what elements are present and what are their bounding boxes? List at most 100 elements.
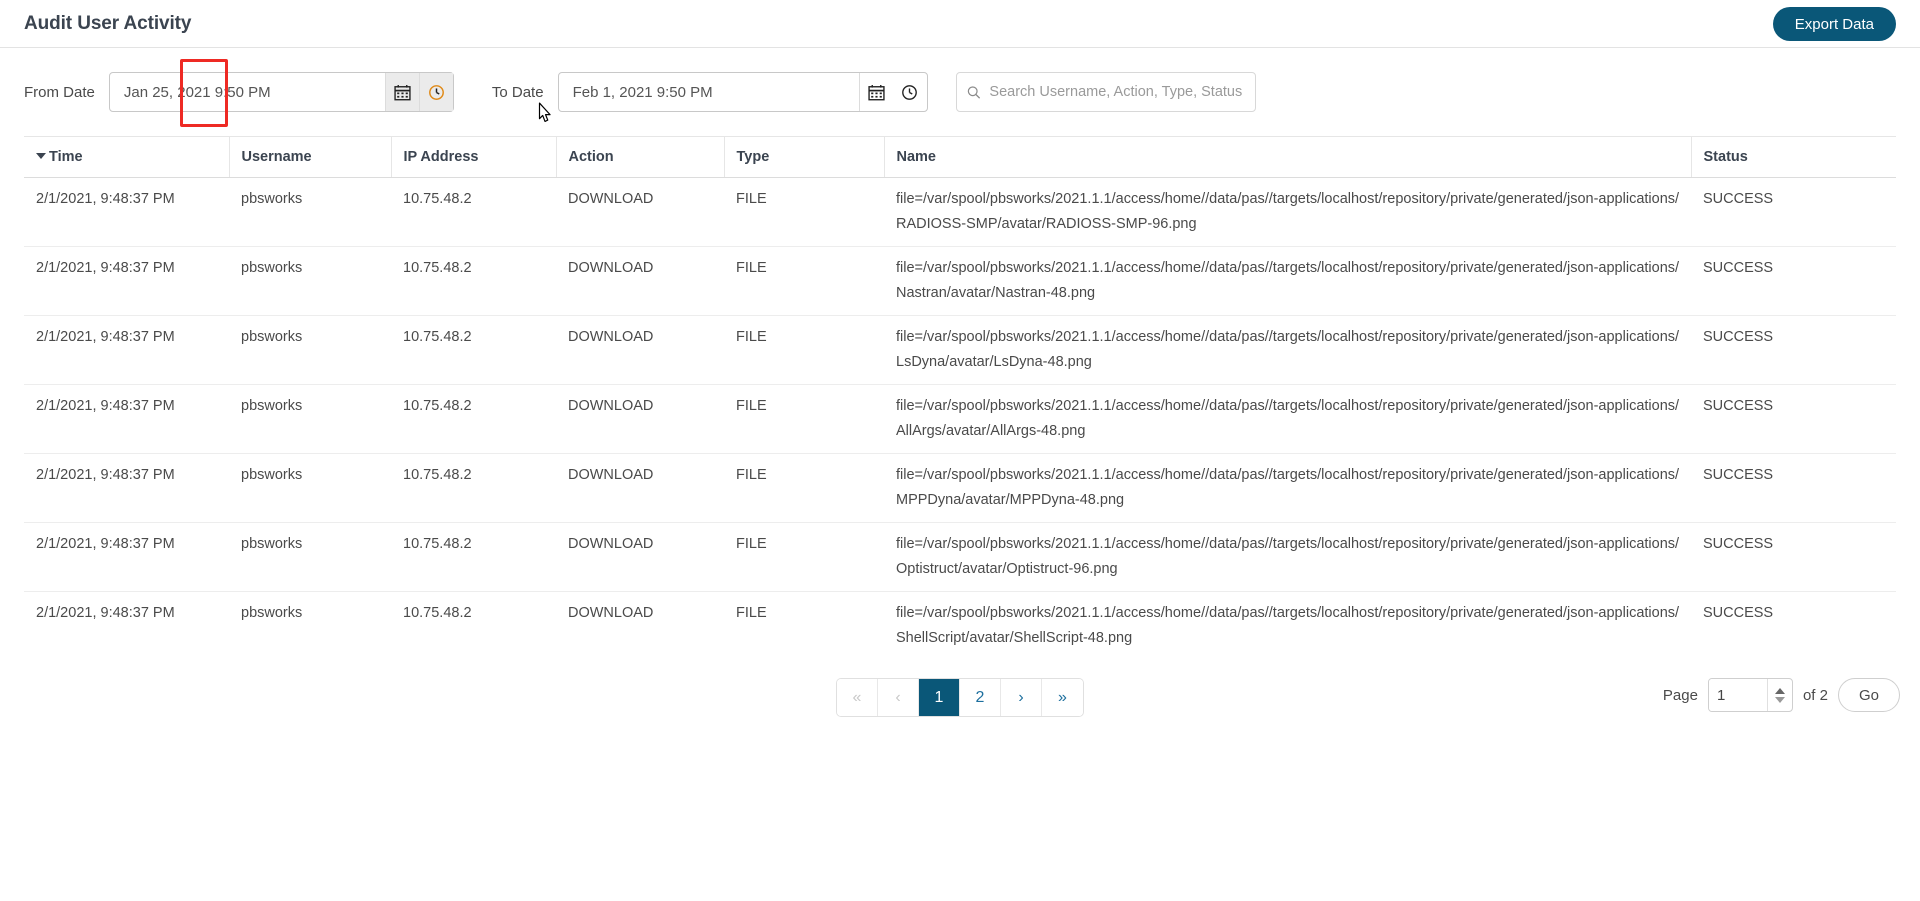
cell-status: SUCCESS xyxy=(1691,453,1896,523)
cell-status: SUCCESS xyxy=(1691,246,1896,316)
cell-action: DOWNLOAD xyxy=(556,246,724,316)
cell-ip-address: 10.75.48.2 xyxy=(391,522,556,592)
cell-name: file=/var/spool/pbsworks/2021.1.1/access… xyxy=(884,246,1691,316)
calendar-icon xyxy=(867,84,885,100)
cell-type: FILE xyxy=(724,453,884,523)
column-header-status[interactable]: Status xyxy=(1691,136,1896,178)
cell-name: file=/var/spool/pbsworks/2021.1.1/access… xyxy=(884,178,1691,247)
table-row[interactable]: 2/1/2021, 9:48:37 PM pbsworks 10.75.48.2 DO… xyxy=(24,522,1896,592)
cell-ip-address: 10.75.48.2 xyxy=(391,315,556,385)
filter-bar: From Date To Date xyxy=(0,48,1920,136)
cell-ip-address: 10.75.48.2 xyxy=(391,591,556,656)
clock-icon xyxy=(428,84,444,100)
cell-type: FILE xyxy=(724,315,884,385)
cell-name: file=/var/spool/pbsworks/2021.1.1/access… xyxy=(884,315,1691,385)
from-date-input[interactable] xyxy=(109,73,385,111)
column-header-time[interactable]: Time xyxy=(24,136,230,178)
to-date-calendar-button[interactable] xyxy=(858,73,893,111)
cell-name: file=/var/spool/pbsworks/2021.1.1/access… xyxy=(884,591,1691,656)
column-header-type[interactable]: Type xyxy=(724,136,885,178)
from-date-label: From Date xyxy=(24,83,95,101)
cell-username: pbsworks xyxy=(229,384,391,454)
audit-table-region: Time Username IP Address Action Type Nam… xyxy=(24,136,1896,656)
table-scroll-area[interactable]: 2/1/2021, 9:48:37 PM pbsworks 10.75.48.2 DO… xyxy=(24,178,1896,656)
page-header: Audit User Activity Export Data xyxy=(0,0,1920,48)
table-row[interactable]: 2/1/2021, 9:48:37 PM pbsworks 10.75.48.2 DO… xyxy=(24,246,1896,316)
cell-ip-address: 10.75.48.2 xyxy=(391,453,556,523)
cell-username: pbsworks xyxy=(229,591,391,656)
cell-username: pbsworks xyxy=(229,522,391,592)
page-number-stepper[interactable] xyxy=(1707,678,1793,712)
to-date-input[interactable] xyxy=(558,73,859,111)
clock-icon xyxy=(902,84,917,100)
export-data-button[interactable]: Export Data xyxy=(1772,7,1896,41)
cell-time: 2/1/2021, 9:48:37 PM xyxy=(24,522,229,592)
page-total-label: of 2 xyxy=(1802,686,1828,704)
from-date-calendar-button[interactable] xyxy=(384,73,419,111)
cell-type: FILE xyxy=(724,178,884,247)
cell-status: SUCCESS xyxy=(1691,522,1896,592)
cell-action: DOWNLOAD xyxy=(556,522,724,592)
column-header-username[interactable]: Username xyxy=(229,136,392,178)
cell-type: FILE xyxy=(724,246,884,316)
cell-ip-address: 10.75.48.2 xyxy=(391,384,556,454)
column-header-ip-address[interactable]: IP Address xyxy=(391,136,557,178)
search-input[interactable] xyxy=(987,83,1245,101)
table-row[interactable]: 2/1/2021, 9:48:37 PM pbsworks 10.75.48.2 DO… xyxy=(24,384,1896,454)
audit-table-header: Time Username IP Address Action Type Nam… xyxy=(24,136,1896,178)
cell-status: SUCCESS xyxy=(1691,178,1896,247)
cell-time: 2/1/2021, 9:48:37 PM xyxy=(24,178,229,247)
cell-action: DOWNLOAD xyxy=(556,591,724,656)
audit-table-body: 2/1/2021, 9:48:37 PM pbsworks 10.75.48.2 DO… xyxy=(24,178,1896,656)
cell-status: SUCCESS xyxy=(1691,591,1896,656)
stepper-up-icon[interactable] xyxy=(1774,687,1785,694)
pagination-first[interactable]: « xyxy=(837,679,878,716)
table-footer: « ‹ 1 2 › » Page of 2 Go xyxy=(0,678,1920,738)
cell-action: DOWNLOAD xyxy=(556,178,724,247)
table-row[interactable]: 2/1/2021, 9:48:37 PM pbsworks 10.75.48.2 DO… xyxy=(24,591,1896,656)
cell-name: file=/var/spool/pbsworks/2021.1.1/access… xyxy=(884,453,1691,523)
pagination-page-2[interactable]: 2 xyxy=(960,679,1001,716)
cell-status: SUCCESS xyxy=(1691,384,1896,454)
stepper-down-icon[interactable] xyxy=(1774,696,1785,703)
pagination-next[interactable]: › xyxy=(1001,679,1042,716)
cell-time: 2/1/2021, 9:48:37 PM xyxy=(24,315,229,385)
cell-username: pbsworks xyxy=(229,178,391,247)
pagination: « ‹ 1 2 › » xyxy=(0,678,1920,717)
column-header-action[interactable]: Action xyxy=(556,136,725,178)
column-header-name[interactable]: Name xyxy=(884,136,1692,178)
cell-time: 2/1/2021, 9:48:37 PM xyxy=(24,453,229,523)
go-button[interactable]: Go xyxy=(1837,678,1900,712)
table-header-row: Time Username IP Address Action Type Nam… xyxy=(24,136,1896,178)
cell-username: pbsworks xyxy=(229,315,391,385)
cell-status: SUCCESS xyxy=(1691,315,1896,385)
cell-type: FILE xyxy=(724,522,884,592)
table-row[interactable]: 2/1/2021, 9:48:37 PM pbsworks 10.75.48.2 DO… xyxy=(24,178,1896,247)
search-box[interactable] xyxy=(955,72,1256,112)
from-date-clock-button[interactable] xyxy=(418,73,453,111)
cell-name: file=/var/spool/pbsworks/2021.1.1/access… xyxy=(884,522,1691,592)
cell-time: 2/1/2021, 9:48:37 PM xyxy=(24,384,229,454)
table-row[interactable]: 2/1/2021, 9:48:37 PM pbsworks 10.75.48.2 DO… xyxy=(24,315,1896,385)
calendar-icon xyxy=(394,84,411,100)
pagination-page-1[interactable]: 1 xyxy=(919,679,960,716)
page-title: Audit User Activity xyxy=(24,12,192,34)
pagination-last[interactable]: » xyxy=(1042,679,1083,716)
cell-ip-address: 10.75.48.2 xyxy=(391,246,556,316)
search-icon xyxy=(967,85,980,99)
from-date-group xyxy=(108,59,454,127)
page-stepper-arrows[interactable] xyxy=(1766,679,1792,711)
cell-time: 2/1/2021, 9:48:37 PM xyxy=(24,591,229,656)
page-number-input[interactable] xyxy=(1708,679,1767,711)
cell-action: DOWNLOAD xyxy=(556,384,724,454)
table-row[interactable]: 2/1/2021, 9:48:37 PM pbsworks 10.75.48.2 DO… xyxy=(24,453,1896,523)
page-jump-control: Page of 2 Go xyxy=(1663,678,1900,712)
to-date-group xyxy=(557,72,928,112)
pagination-prev[interactable]: ‹ xyxy=(878,679,919,716)
to-date-clock-button[interactable] xyxy=(893,73,927,111)
cell-time: 2/1/2021, 9:48:37 PM xyxy=(24,246,229,316)
page-label: Page xyxy=(1662,686,1698,704)
cell-ip-address: 10.75.48.2 xyxy=(391,178,556,247)
cell-name: file=/var/spool/pbsworks/2021.1.1/access… xyxy=(884,384,1691,454)
cell-action: DOWNLOAD xyxy=(556,453,724,523)
